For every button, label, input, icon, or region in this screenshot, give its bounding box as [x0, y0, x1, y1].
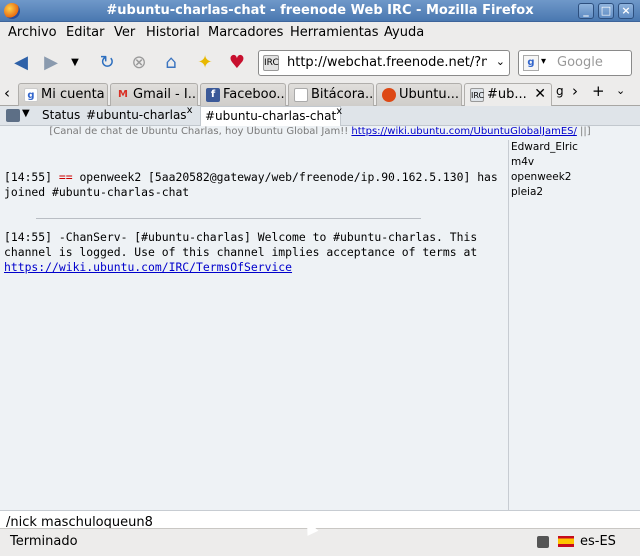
- topic-link[interactable]: https://wiki.ubuntu.com/UbuntuGlobalJamE…: [351, 126, 576, 137]
- menu-ver[interactable]: Ver: [114, 25, 135, 40]
- history-dropdown-icon[interactable]: ▼: [64, 52, 86, 74]
- reload-icon[interactable]: ↻: [96, 52, 118, 74]
- timestamp: [14:55]: [4, 170, 59, 184]
- log-line: [14:55] == openweek2 [5aa20582@gateway/w…: [4, 170, 506, 200]
- nick-item[interactable]: pleia2: [511, 185, 640, 200]
- status-bar: Terminado es-ES: [0, 528, 640, 556]
- menu-archivo[interactable]: Archivo: [8, 25, 57, 40]
- ubuntu-icon: [382, 88, 396, 102]
- tab-label: #ub...: [487, 87, 527, 102]
- close-channel-icon[interactable]: x: [336, 103, 342, 121]
- google-icon[interactable]: g: [556, 84, 564, 98]
- maximize-button[interactable]: □: [598, 3, 614, 19]
- tab-label: Bitácora...: [311, 87, 374, 102]
- irc-menu-dropdown-icon[interactable]: ▼: [22, 108, 30, 119]
- facebook-icon: f: [206, 88, 220, 102]
- site-identity-icon[interactable]: IRC: [263, 55, 279, 71]
- irc-menu-icon[interactable]: [6, 109, 20, 122]
- terms-link[interactable]: https://wiki.ubuntu.com/IRC/TermsOfServi…: [4, 260, 292, 274]
- nick-list: Edward_Elric m4v openweek2 pleia2: [508, 140, 640, 510]
- tab-label: Gmail - I...: [133, 87, 198, 102]
- tab-irc-active[interactable]: IRC #ub... ✕: [464, 83, 552, 107]
- navigation-toolbar: ◀ ▶ ▼ ↻ ⊗ ⌂ ✦ ♥ IRC http://webchat.freen…: [0, 44, 640, 82]
- topic-end: ||]: [576, 126, 591, 137]
- irc-window-tabs: ▼ Status #ubuntu-charlas x #ubuntu-charl…: [0, 103, 640, 126]
- tab-ubuntu[interactable]: Ubuntu...: [376, 83, 462, 106]
- bookmark-star-icon[interactable]: ✦: [194, 52, 216, 74]
- url-dropdown-icon[interactable]: ⌄: [496, 55, 505, 68]
- webchat-page: ▼ Status #ubuntu-charlas x #ubuntu-charl…: [0, 103, 640, 532]
- last-read-divider: [36, 218, 421, 219]
- firefox-window: #ubuntu-charlas-chat - freenode Web IRC …: [0, 0, 640, 556]
- join-marker: ==: [58, 170, 73, 184]
- search-bar[interactable]: g ▾ Google: [518, 50, 632, 76]
- channel-topic: [Canal de chat de Ubuntu Charlas, hoy Ub…: [0, 126, 640, 140]
- search-input[interactable]: Google: [557, 55, 603, 70]
- menu-historial[interactable]: Historial: [146, 25, 200, 40]
- forward-icon[interactable]: ▶: [40, 52, 62, 74]
- search-engine-dropdown-icon[interactable]: ▾: [541, 56, 546, 67]
- tab-gmail[interactable]: M Gmail - I...: [110, 83, 198, 106]
- irc-icon: IRC: [470, 88, 484, 102]
- tab-mi-cuenta[interactable]: g Mi cuenta: [18, 83, 108, 106]
- status-text: Terminado: [10, 534, 78, 549]
- close-window-button[interactable]: ×: [618, 3, 634, 19]
- page-icon: [294, 88, 308, 102]
- nick-item[interactable]: Edward_Elric: [511, 140, 640, 155]
- new-tab-icon[interactable]: +: [592, 82, 605, 100]
- tab-facebook[interactable]: f Faceboo...: [200, 83, 286, 106]
- url-bar[interactable]: IRC http://webchat.freenode.net/?nicks= …: [258, 50, 510, 76]
- log-text: -ChanServ- [#ubuntu-charlas] Welcome to …: [4, 230, 485, 259]
- heart-icon[interactable]: ♥: [226, 52, 248, 74]
- nick-item[interactable]: m4v: [511, 155, 640, 170]
- close-channel-icon[interactable]: x: [187, 102, 193, 120]
- topic-text: [Canal de chat de Ubuntu Charlas, hoy Ub…: [49, 126, 352, 137]
- menu-editar[interactable]: Editar: [66, 25, 105, 40]
- tab-scroll-right-icon[interactable]: ›: [572, 82, 578, 100]
- window-title: #ubuntu-charlas-chat - freenode Web IRC …: [106, 3, 534, 18]
- tab-label: Ubuntu...: [399, 87, 459, 102]
- irc-tab-label: #ubuntu-charlas-chat: [205, 109, 337, 123]
- home-icon[interactable]: ⌂: [160, 52, 182, 74]
- nick-item[interactable]: openweek2: [511, 170, 640, 185]
- url-input[interactable]: http://webchat.freenode.net/?nicks=: [287, 55, 487, 70]
- tab-scroll-left-icon[interactable]: ‹: [4, 84, 10, 102]
- tab-bitacora[interactable]: Bitácora...: [288, 83, 374, 106]
- spain-flag-icon[interactable]: [558, 536, 574, 547]
- google-icon: g: [24, 88, 38, 102]
- back-icon[interactable]: ◀: [10, 52, 32, 74]
- menu-herramientas[interactable]: Herramientas: [290, 25, 379, 40]
- irc-tab-label: #ubuntu-charlas: [86, 108, 187, 122]
- addon-bar-icon[interactable]: [537, 536, 549, 548]
- locale-indicator[interactable]: es-ES: [580, 534, 616, 549]
- menu-marcadores[interactable]: Marcadores: [208, 25, 283, 40]
- tab-bar: ‹ g Mi cuenta M Gmail - I... f Faceboo..…: [0, 82, 640, 107]
- google-icon[interactable]: g: [523, 55, 539, 71]
- gmail-icon: M: [118, 89, 128, 100]
- tab-list-icon[interactable]: ⌄: [616, 84, 625, 97]
- timestamp: [14:55]: [4, 230, 59, 244]
- irc-tab-ubuntu-charlas-chat[interactable]: #ubuntu-charlas-chat x: [200, 103, 342, 126]
- minimize-button[interactable]: _: [578, 3, 594, 19]
- title-bar: #ubuntu-charlas-chat - freenode Web IRC …: [0, 0, 640, 22]
- irc-tab-status[interactable]: Status: [38, 106, 84, 126]
- tab-label: Faceboo...: [223, 87, 286, 102]
- irc-tab-ubuntu-charlas[interactable]: #ubuntu-charlas x: [82, 105, 193, 126]
- menu-bar: Archivo Editar Ver Historial Marcadores …: [0, 22, 640, 44]
- message-log: [14:55] == openweek2 [5aa20582@gateway/w…: [4, 140, 506, 508]
- log-text: openweek2 [5aa20582@gateway/web/freenode…: [4, 170, 505, 199]
- stop-icon[interactable]: ⊗: [128, 52, 150, 74]
- log-line: [14:55] -ChanServ- [#ubuntu-charlas] Wel…: [4, 230, 506, 275]
- menu-ayuda[interactable]: Ayuda: [384, 25, 424, 40]
- tab-label: Mi cuenta: [41, 87, 105, 102]
- close-tab-icon[interactable]: ✕: [534, 86, 546, 102]
